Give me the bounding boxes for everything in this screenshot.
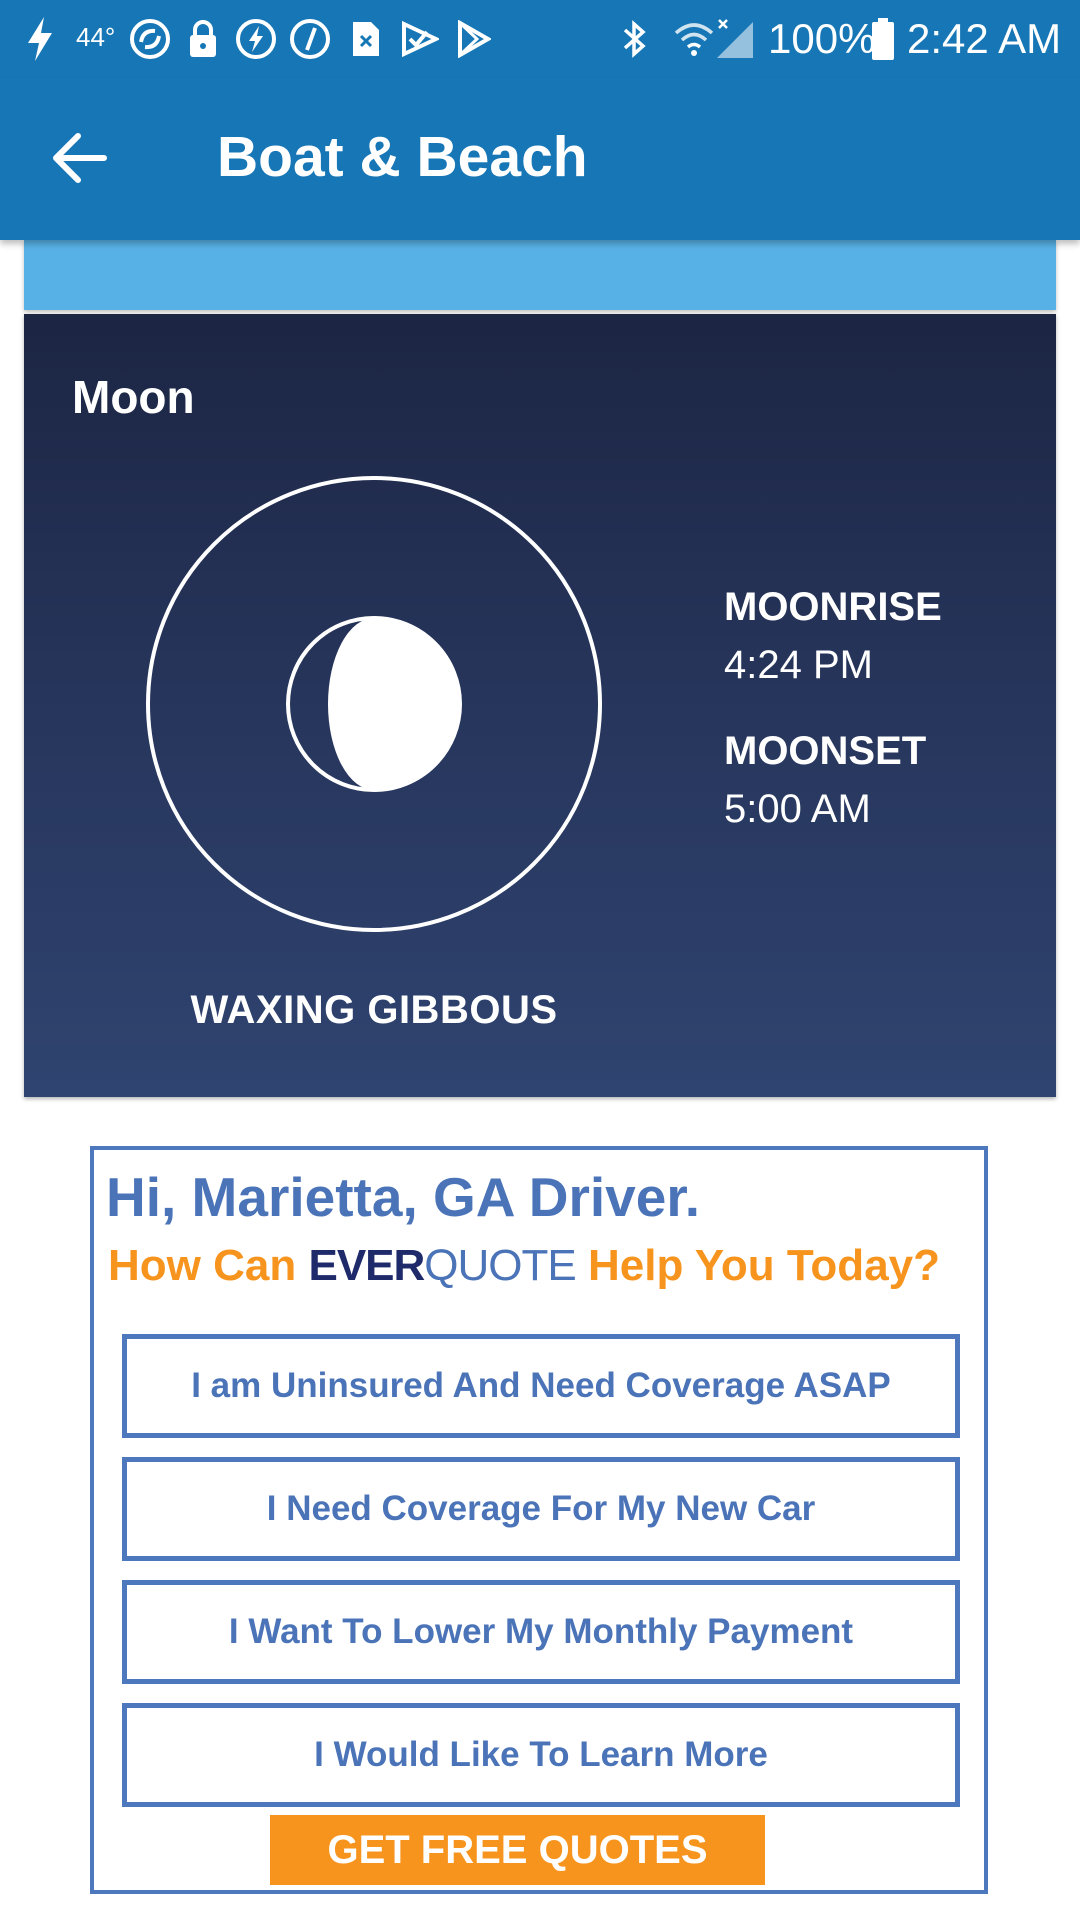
- ad-question: How Can EVERQUOTE Help You Today?: [108, 1237, 940, 1295]
- compass-app-icon: [288, 17, 332, 61]
- battery-icon: [870, 17, 896, 61]
- everquote-logo: EVERQUOTE: [308, 1241, 576, 1290]
- wifi-icon: [672, 17, 716, 61]
- check-app-icon: [400, 17, 440, 61]
- temperature-text: 44°: [76, 22, 116, 52]
- brand-part-quote: QUOTE: [424, 1241, 576, 1290]
- moon-phase-label: WAXING GIBBOUS: [190, 988, 558, 1032]
- ad-option-learn-more[interactable]: I Would Like To Learn More: [122, 1703, 960, 1807]
- previous-card-strip: [24, 240, 1056, 310]
- sync-icon: [128, 17, 172, 61]
- moonset-time: 5:00 AM: [724, 787, 871, 831]
- arrow-left-icon: [53, 133, 107, 183]
- status-bar: 44° 100% 2:42 AM: [0, 0, 1080, 78]
- page-title: Boat & Beach: [217, 125, 588, 189]
- lock-icon: [186, 17, 220, 61]
- moonrise-label: MOONRISE: [724, 585, 942, 629]
- ad-greeting: Hi, Marietta, GA Driver.: [106, 1166, 700, 1228]
- clock-time: 2:42 AM: [907, 15, 1062, 62]
- battery-percent: 100%: [768, 15, 876, 62]
- ad-option-uninsured[interactable]: I am Uninsured And Need Coverage ASAP: [122, 1334, 960, 1438]
- moon-heading: Moon: [72, 371, 195, 423]
- moon-phase-graphic: [146, 476, 602, 932]
- advertisement[interactable]: Hi, Marietta, GA Driver. How Can EVERQUO…: [90, 1146, 988, 1894]
- app-bar: Boat & Beach: [0, 78, 1080, 240]
- brand-part-ever: EVER: [308, 1241, 425, 1290]
- ad-option-new-car[interactable]: I Need Coverage For My New Car: [122, 1457, 960, 1561]
- sim-card-icon: [350, 17, 382, 61]
- moonset-info: MOONSET 5:00 AM: [724, 726, 926, 834]
- moonrise-info: MOONRISE 4:24 PM: [724, 582, 942, 690]
- signal-no-service-icon: [714, 17, 756, 61]
- charging-bolt-icon: [24, 17, 56, 61]
- back-button[interactable]: [50, 130, 120, 190]
- moonrise-time: 4:24 PM: [724, 643, 873, 687]
- play-store-icon: [456, 17, 492, 61]
- ad-option-lower-payment[interactable]: I Want To Lower My Monthly Payment: [122, 1580, 960, 1684]
- moon-lit-portion: [328, 618, 460, 790]
- moon-card: Moon WAXING GIBBOUS MOONRISE 4:24 PM MOO…: [24, 314, 1056, 1097]
- get-free-quotes-button[interactable]: GET FREE QUOTES: [270, 1815, 765, 1885]
- bluetooth-icon: [620, 17, 650, 61]
- flash-app-icon: [234, 17, 278, 61]
- ad-question-suffix: Help You Today?: [587, 1241, 941, 1290]
- ad-question-prefix: How Can: [108, 1241, 297, 1290]
- moonset-label: MOONSET: [724, 729, 927, 773]
